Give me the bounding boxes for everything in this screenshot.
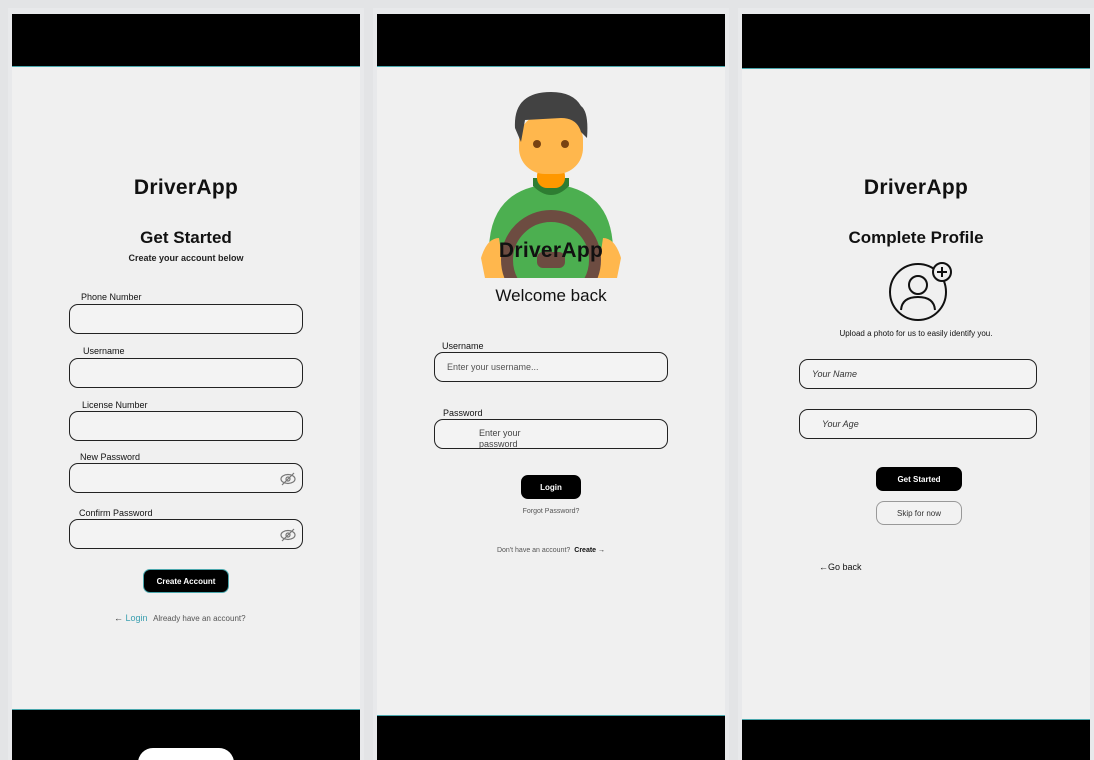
license-label: License Number (82, 400, 148, 410)
login-button[interactable]: Login (521, 475, 581, 499)
username-input[interactable] (69, 358, 303, 388)
page-title: Complete Profile (848, 228, 984, 247)
brand-title: DriverApp (133, 176, 239, 199)
new-password-input[interactable] (69, 463, 303, 493)
username-label: Username (442, 341, 484, 351)
brand-title: DriverApp (863, 176, 969, 199)
login-screen-content: DriverApp Welcome back Username Password… (377, 14, 725, 760)
arrow-left-icon: ← (114, 613, 123, 623)
profile-screen: DriverApp Complete Profile Upload a phot… (738, 8, 1094, 760)
login-link[interactable]: Login (126, 613, 148, 623)
name-input[interactable] (799, 359, 1037, 389)
confirm-password-input[interactable] (69, 519, 303, 549)
signup-screen-content: DriverApp Get Started Create your accoun… (12, 14, 360, 760)
phone-input[interactable] (69, 304, 303, 334)
top-bar (742, 14, 1090, 69)
profile-photo-icon[interactable] (888, 260, 954, 322)
no-account-text: Don't have an account? (496, 547, 571, 554)
home-indicator (138, 748, 234, 760)
forgot-password-link[interactable]: Forgot Password? (377, 508, 725, 515)
create-account-button[interactable]: Create Account (143, 569, 229, 593)
username-label: Username (83, 346, 125, 356)
go-back-link[interactable]: ←Go back (819, 562, 862, 572)
top-bar (12, 14, 360, 67)
page-subtitle: Create your account below (128, 253, 244, 263)
password-label: Password (443, 408, 483, 418)
login-hint: Already have an account? (153, 614, 246, 623)
eye-off-icon[interactable] (280, 528, 296, 542)
brand-title: DriverApp (498, 239, 604, 262)
confirm-password-label: Confirm Password (79, 508, 153, 518)
plus-icon[interactable] (932, 262, 952, 282)
top-bar (377, 14, 725, 67)
login-row: ← Login Already have an account? (114, 613, 246, 623)
eye-off-icon[interactable] (280, 472, 296, 486)
profile-screen-content: DriverApp Complete Profile Upload a phot… (742, 14, 1090, 760)
arrow-right-icon: → (598, 547, 606, 554)
login-screen: DriverApp Welcome back Username Password… (373, 8, 729, 760)
upload-hint: Upload a photo for us to easily identify… (839, 329, 993, 338)
username-input[interactable] (434, 352, 668, 382)
license-input[interactable] (69, 411, 303, 441)
create-link[interactable]: Create (574, 547, 596, 554)
page-title: Welcome back (495, 286, 607, 305)
get-started-button[interactable]: Get Started (876, 467, 962, 491)
age-input[interactable] (799, 409, 1037, 439)
phone-label: Phone Number (81, 292, 142, 302)
signup-screen: DriverApp Get Started Create your accoun… (8, 8, 364, 760)
skip-button[interactable]: Skip for now (876, 501, 962, 525)
create-account-row: Don't have an account? Create → (377, 547, 725, 554)
new-password-label: New Password (80, 452, 141, 462)
page-title: Get Started (140, 228, 232, 247)
password-input[interactable]: Enter your password (434, 419, 668, 449)
bottom-bar (12, 709, 360, 760)
bottom-bar (742, 719, 1090, 760)
password-placeholder: Enter your password (479, 428, 521, 448)
bottom-bar (377, 715, 725, 760)
